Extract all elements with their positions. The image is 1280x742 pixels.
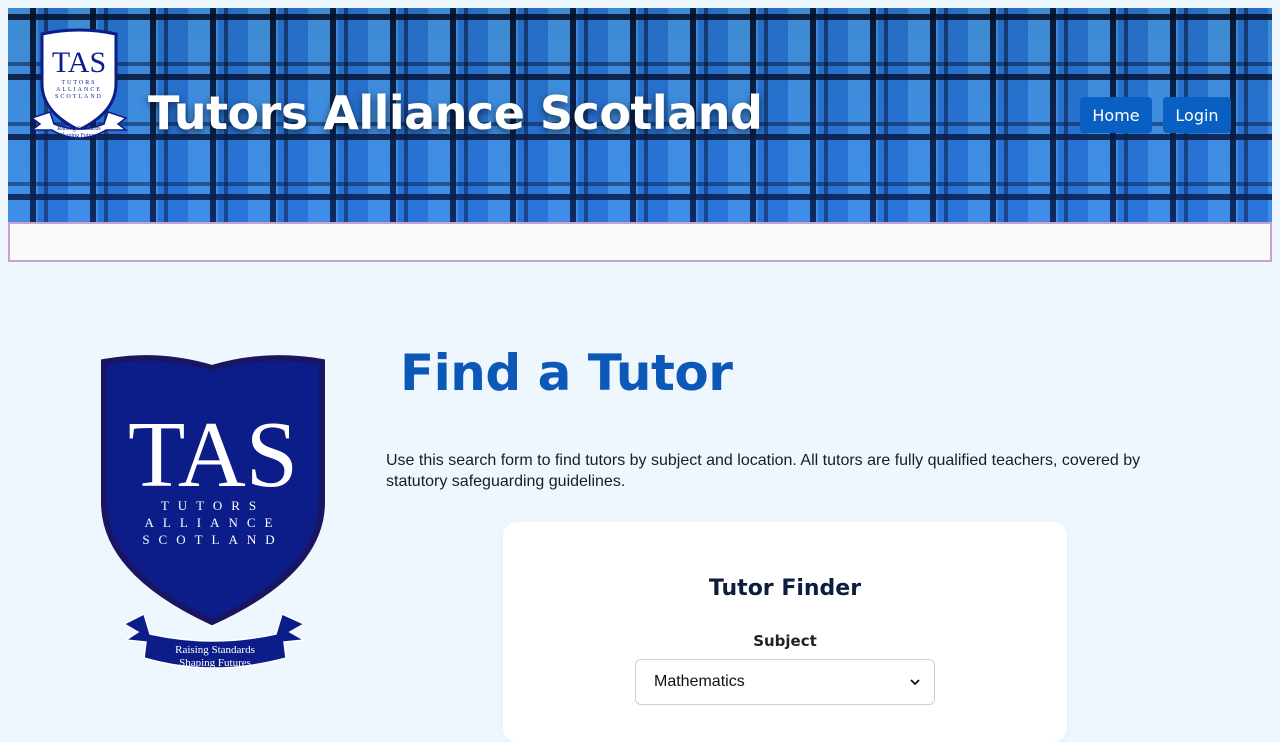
- crest-motto-line1: Raising Standards: [175, 644, 255, 656]
- crest-name-line1: TUTORS: [161, 498, 265, 513]
- svg-text:TUTORS: TUTORS: [61, 80, 96, 86]
- svg-text:ALLIANCE: ALLIANCE: [56, 87, 102, 93]
- intro-text: Use this search form to find tutors by s…: [386, 452, 1141, 490]
- svg-text:SCOTLAND: SCOTLAND: [55, 94, 103, 100]
- subject-select[interactable]: Mathematics: [635, 659, 935, 705]
- tas-crest-logo: TAS TUTORS ALLIANCE SCOTLAND Raising Sta…: [101, 355, 325, 669]
- crest-name-line3: SCOTLAND: [142, 532, 283, 547]
- sub-navigation-bar: [8, 222, 1272, 262]
- page-title: Find a Tutor: [400, 344, 733, 402]
- svg-text:Shaping Futures: Shaping Futures: [59, 133, 99, 139]
- tutor-finder-card: Tutor Finder Subject Mathematics: [503, 522, 1067, 742]
- crest-name-line2: ALLIANCE: [145, 515, 282, 530]
- logo-monogram: TAS: [52, 46, 106, 79]
- login-button[interactable]: Login: [1163, 97, 1231, 133]
- crest-motto-line2: Shaping Futures: [179, 657, 251, 669]
- svg-text:Raising Standards: Raising Standards: [57, 126, 101, 132]
- subject-label: Subject: [753, 632, 817, 650]
- chevron-down-icon: [910, 679, 920, 686]
- home-button[interactable]: Home: [1080, 97, 1152, 133]
- subject-selected-value: Mathematics: [654, 673, 745, 690]
- site-title: Tutors Alliance Scotland: [148, 86, 763, 140]
- tutor-finder-title: Tutor Finder: [708, 576, 862, 601]
- site-logo[interactable]: TAS TUTORS ALLIANCE SCOTLAND Raising Sta…: [30, 26, 128, 144]
- header-banner: TAS TUTORS ALLIANCE SCOTLAND Raising Sta…: [8, 8, 1272, 222]
- crest-monogram: TAS: [128, 403, 298, 507]
